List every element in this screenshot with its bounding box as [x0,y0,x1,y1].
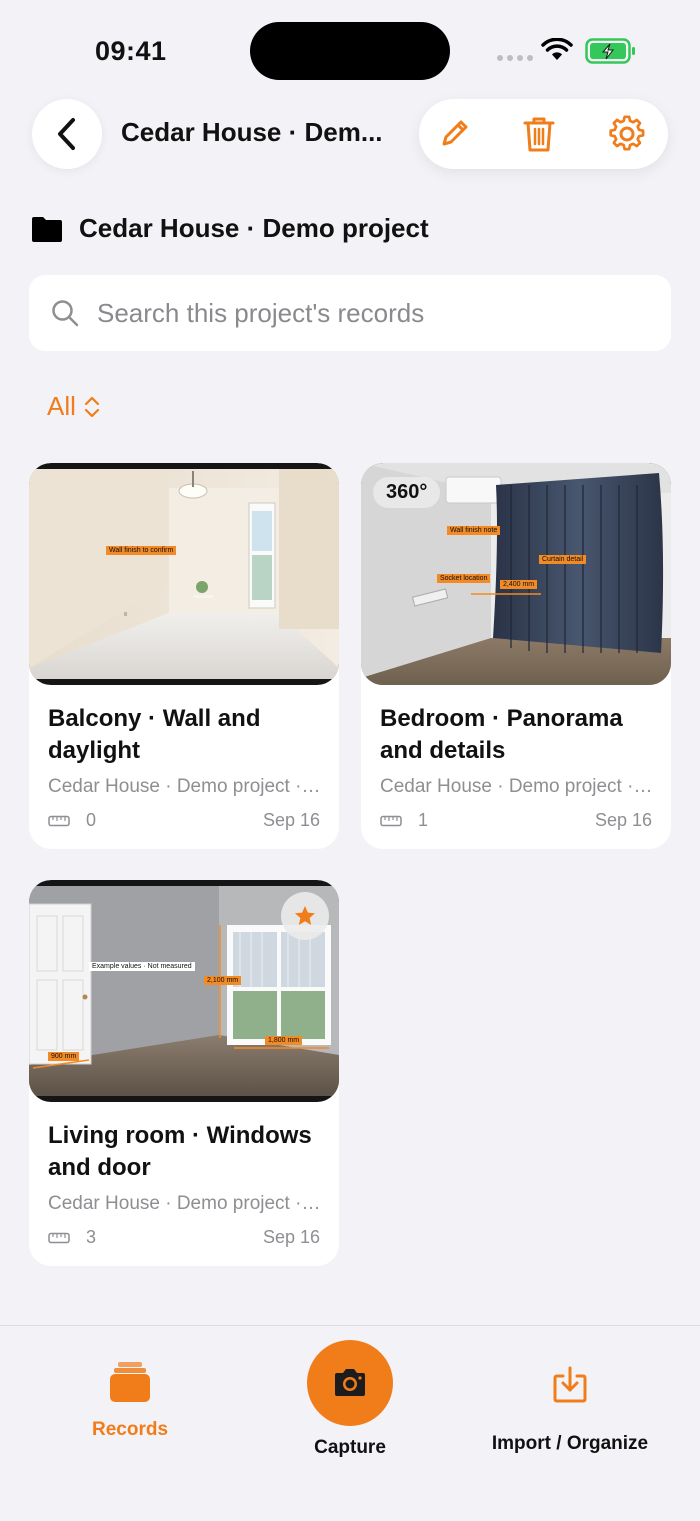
records-stack-icon [110,1362,150,1402]
filter-dropdown[interactable]: All [47,391,100,422]
folder-icon [32,216,62,242]
record-thumbnail: 360° Wall finish note Curtain detail Soc… [361,463,671,685]
camera-icon [335,1369,365,1396]
pencil-icon [442,120,468,146]
search-input[interactable] [97,297,637,329]
record-meta: 1 Sep 16 [380,810,652,831]
record-meta: 3 Sep 16 [48,1227,320,1248]
ruler-icon [48,1232,70,1243]
annotation-label: Wall finish to confirm [106,546,177,555]
record-title: Bedroom · Panorama and details [380,705,623,764]
record-date: Sep 16 [262,810,320,830]
search-bar[interactable] [29,275,671,351]
measurement-count: 0 [86,810,97,830]
record-meta: 0 Sep 16 [48,810,320,831]
delete-button[interactable] [518,113,560,155]
favorite-badge[interactable] [281,892,329,940]
back-button[interactable] [32,99,102,169]
battery-charging-icon [585,38,635,64]
record-card[interactable]: Example values · Not measured 2,100 mm 1… [29,880,339,1266]
capture-button[interactable] [307,1340,393,1426]
annotation-label: 2,100 mm [204,976,242,985]
record-project: Cedar House · Demo project · Bedroom [380,776,656,797]
filter-label: All [47,391,76,421]
annotation-label: 900 mm [48,1052,80,1061]
record-thumbnail: Wall finish to confirm [29,463,339,685]
annotation-label: Curtain detail [539,555,587,564]
measurement-count: 1 [418,810,429,830]
annotation-label: Wall finish note [447,526,501,535]
record-date: Sep 16 [594,810,652,830]
star-icon [295,906,315,925]
nav-title: Cedar House · Dem... [121,117,383,147]
tab-label: Import / Organize [491,1433,649,1454]
import-tray-icon [553,1366,587,1403]
tab-label: Capture [314,1437,386,1458]
chevron-left-icon [58,118,75,150]
record-date: Sep 16 [262,1227,320,1247]
dynamic-island [250,22,450,80]
tab-import-organize[interactable]: Import / Organize [470,1366,670,1455]
measurement-count: 3 [86,1227,97,1247]
panorama-badge: 360° [373,477,441,508]
record-card[interactable]: Wall finish to confirm Balcony · Wall an… [29,463,339,849]
edit-button[interactable] [433,113,475,155]
annotation-label: Socket location [437,574,491,583]
record-title: Balcony · Wall and daylight [48,705,261,764]
search-icon [52,300,79,327]
annotation-label: Example values · Not measured [89,962,195,971]
trash-icon [523,117,555,152]
record-actions-toolbar [419,99,668,169]
tab-label: Records [91,1419,169,1440]
wifi-icon [541,38,573,60]
project-title: Cedar House · Demo project [79,213,429,243]
tab-capture[interactable]: Capture [280,1340,420,1459]
cellular-signal-icon [497,55,533,61]
record-card[interactable]: 360° Wall finish note Curtain detail Soc… [361,463,671,849]
gear-icon [609,115,645,151]
annotation-label: 2,400 mm [500,580,538,589]
ruler-icon [48,815,70,826]
record-title: Living room · Windows and door [48,1122,312,1181]
status-bar: 09:41 [0,0,700,95]
chevron-up-down-icon [84,396,100,417]
tab-records[interactable]: Records [70,1360,190,1441]
status-time: 09:41 [95,36,167,66]
record-thumbnail: Example values · Not measured 2,100 mm 1… [29,880,339,1102]
tab-bar: Records Capture Import / Organize [0,1325,700,1521]
record-project: Cedar House · Demo project · Living room [48,1193,324,1214]
record-project: Cedar House · Demo project · Balcony [48,776,324,797]
settings-button[interactable] [606,113,648,155]
project-header: Cedar House · Demo project [31,213,429,244]
annotation-label: 1,800 mm [265,1036,303,1045]
ruler-icon [380,815,402,826]
